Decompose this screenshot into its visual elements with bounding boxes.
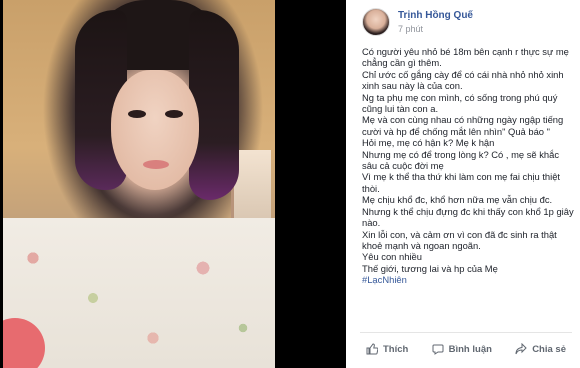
thumbs-up-icon: [366, 343, 378, 355]
post-line: Có người yêu nhỏ bé 18m bên cạnh r thực …: [362, 46, 569, 69]
post-line: Nhưng mẹ có để trong lòng k? Có , mẹ sẽ …: [362, 148, 560, 172]
like-label: Thích: [383, 343, 409, 355]
lips: [143, 160, 169, 169]
post-line: Xin lỗi con, và cảm ơn vì con đã đc sinh…: [362, 228, 557, 251]
share-label: Chia sẻ: [532, 343, 566, 355]
post-header: Trịnh Hồng Quế 7 phút: [354, 8, 574, 42]
actions-divider: [360, 332, 572, 333]
like-button[interactable]: Thích: [360, 339, 414, 359]
share-icon: [515, 343, 527, 355]
face: [111, 70, 199, 190]
post-line: Nhưng k thể chịu đựng đc khi thấy con kh…: [362, 205, 574, 229]
comment-label: Bình luận: [448, 343, 492, 355]
post-line: Thế giới, tương lai và hp của Mẹ: [362, 262, 498, 274]
photo-viewer: [0, 0, 346, 368]
post-photo[interactable]: [3, 0, 275, 368]
post-line: Chỉ ước cố gắng cày để có cái nhà nhỏ nh…: [362, 68, 564, 92]
hashtag-link[interactable]: #LạcNhiên: [362, 274, 576, 285]
comment-button[interactable]: Bình luận: [426, 339, 498, 359]
post-body: Có người yêu nhỏ bé 18m bên cạnh r thực …: [362, 46, 576, 286]
eye-right: [165, 110, 183, 118]
author-name[interactable]: Trịnh Hồng Quế: [398, 10, 473, 21]
post-line: Ng ta phụ mẹ con mình, có sống trong phú…: [362, 91, 558, 115]
post-time[interactable]: 7 phút: [398, 24, 423, 34]
post-actions: Thích Bình luận Chia sẻ: [360, 334, 572, 364]
avatar[interactable]: [362, 8, 390, 36]
comment-icon: [432, 343, 444, 355]
eye-left: [128, 110, 146, 118]
post-line: Mẹ chịu khổ đc, khổ hơn nữa mẹ vẫn chịu …: [362, 194, 553, 206]
share-button[interactable]: Chia sẻ: [509, 339, 572, 359]
post-line: Hỏi mẹ, mẹ có hận k? Mẹ k hận: [362, 137, 495, 149]
post-line: Yêu con nhiều: [362, 251, 422, 263]
post-panel: Trịnh Hồng Quế 7 phút Có người yêu nhỏ b…: [346, 0, 580, 368]
post-line: Vì mẹ k thể tha thứ khi làm con mẹ fai c…: [362, 171, 561, 194]
post-line: Mẹ và con cùng nhau có những ngày ngập t…: [362, 114, 564, 137]
